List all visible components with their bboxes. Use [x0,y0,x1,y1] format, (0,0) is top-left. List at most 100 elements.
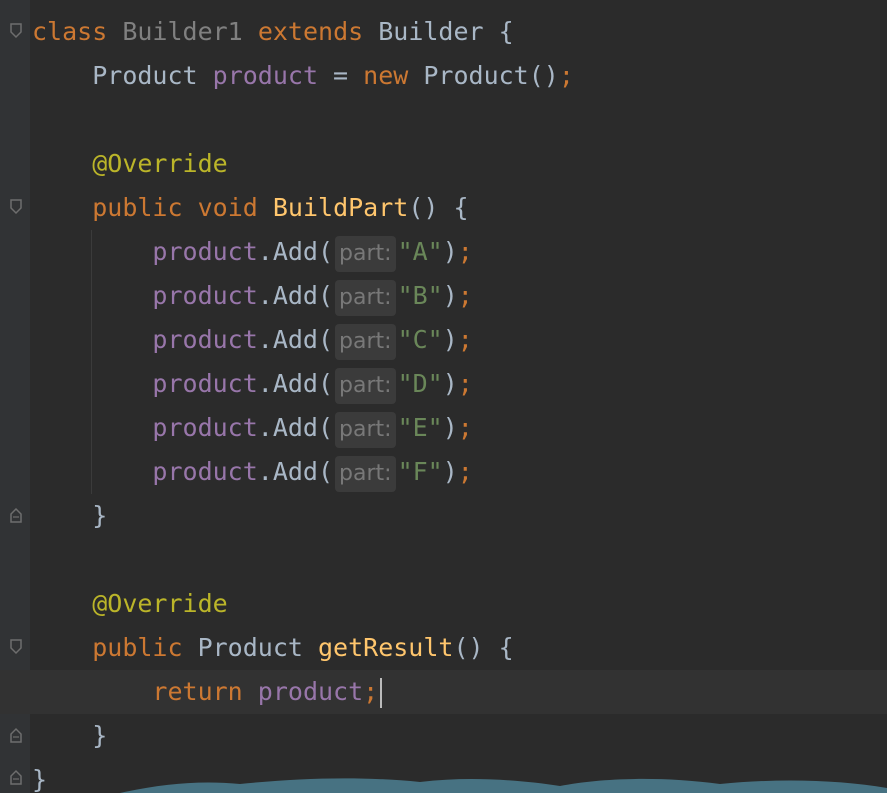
code-token: public [92,193,183,222]
code-token: @Override [92,589,228,618]
code-line[interactable]: @Override [32,142,887,186]
code-token: () { [408,193,469,222]
code-token: void [197,193,258,222]
method-call-token: .Add( [257,369,334,398]
string-literal: "F" [397,457,443,486]
code-area[interactable]: class Builder1 extends Builder { Product… [0,10,887,793]
code-line[interactable]: } [32,714,887,758]
code-line[interactable]: product.Add(part: "E"); [32,406,887,450]
string-literal: "E" [397,413,443,442]
code-token: getResult [318,633,454,662]
receiver-token: product [152,369,258,398]
code-line[interactable]: class Builder1 extends Builder { [32,10,887,54]
close-paren: ) [442,237,458,266]
code-token: Product [92,61,213,90]
code-token: @Override [92,149,228,178]
code-line[interactable] [32,98,887,142]
semicolon: ; [457,237,473,266]
code-token: Builder1 [122,17,243,46]
code-line[interactable]: product.Add(part: "C"); [32,318,887,362]
parameter-hint: part: [335,324,396,360]
code-token: ; [363,677,379,706]
method-call-token: .Add( [257,413,334,442]
close-paren: ) [442,281,458,310]
fold-close-icon[interactable] [9,726,23,744]
code-line[interactable]: @Override [32,582,887,626]
receiver-token: product [152,281,258,310]
code-token: new [363,61,409,90]
parameter-hint: part: [335,236,396,272]
semicolon: ; [457,457,473,486]
code-token: () { [453,633,514,662]
code-token: BuildPart [272,193,409,222]
close-paren: ) [442,325,458,354]
code-line[interactable]: Product product = new Product(); [32,54,887,98]
code-line[interactable]: return product; [0,670,887,714]
code-line[interactable]: product.Add(part: "A"); [32,230,887,274]
code-token: class [32,17,108,46]
code-token: public [92,633,183,662]
code-token: = [318,61,364,90]
close-paren: ) [442,457,458,486]
semicolon: ; [457,413,473,442]
code-line[interactable]: } [32,494,887,538]
bottom-wave-decoration [120,778,887,793]
fold-open-icon[interactable] [9,638,23,656]
method-call-token: .Add( [257,237,334,266]
code-line[interactable] [32,538,887,582]
receiver-token: product [152,325,258,354]
code-token: Builder { [363,17,514,46]
code-token: Product [182,633,318,662]
receiver-token: product [152,237,258,266]
fold-open-icon[interactable] [9,198,23,216]
code-token: product [212,61,318,90]
code-line[interactable]: product.Add(part: "D"); [32,362,887,406]
code-token: Product() [408,61,559,90]
parameter-hint: part: [335,456,396,492]
text-caret [380,678,383,708]
code-line[interactable]: public Product getResult() { [32,626,887,670]
method-call-token: .Add( [257,457,334,486]
fold-open-icon[interactable] [9,22,23,40]
code-token: ; [558,61,574,90]
receiver-token: product [152,457,258,486]
semicolon: ; [457,325,473,354]
code-token: product [257,677,364,706]
method-call-token: .Add( [257,325,334,354]
code-editor[interactable]: class Builder1 extends Builder { Product… [0,0,887,793]
string-literal: "B" [397,281,443,310]
string-literal: "C" [397,325,443,354]
close-paren: ) [442,413,458,442]
code-token: } [92,721,108,750]
fold-close-icon[interactable] [9,506,23,524]
code-line[interactable]: product.Add(part: "B"); [32,274,887,318]
code-token: return [152,677,243,706]
string-literal: "A" [397,237,443,266]
code-line[interactable]: product.Add(part: "F"); [32,450,887,494]
method-call-token: .Add( [257,281,334,310]
parameter-hint: part: [335,412,396,448]
string-literal: "D" [397,369,443,398]
code-token: extends [257,17,364,46]
code-line[interactable]: public void BuildPart() { [32,186,887,230]
semicolon: ; [457,281,473,310]
parameter-hint: part: [335,280,396,316]
code-token: } [92,501,108,530]
semicolon: ; [457,369,473,398]
